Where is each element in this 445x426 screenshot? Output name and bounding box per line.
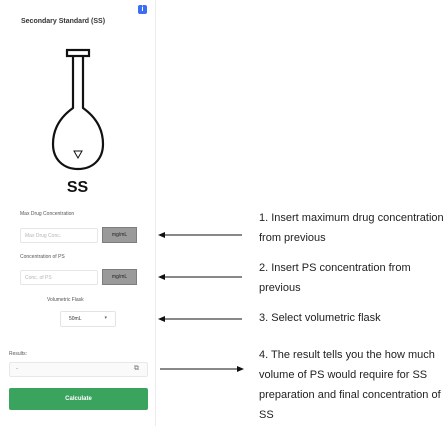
- flask-label: SS: [66, 179, 89, 196]
- results-field: - ⧉: [9, 362, 148, 377]
- max-drug-unit: mg/mL: [102, 227, 137, 243]
- calculator-panel: i Secondary Standard (SS) SS Max Drug Co…: [0, 0, 156, 426]
- flask-body: [51, 56, 105, 171]
- panel-title: Secondary Standard (SS): [21, 18, 106, 25]
- ps-conc-label: Concentration of PS: [20, 254, 65, 260]
- max-drug-input[interactable]: [20, 228, 98, 243]
- ps-conc-unit: mg/mL: [102, 269, 137, 285]
- arrow-right-icon: [160, 366, 244, 372]
- flask-select-label: Volumetric Flask: [47, 297, 84, 303]
- flask-marker: [73, 150, 83, 160]
- instruction-step-3: 3. Select volumetric flask: [259, 312, 381, 324]
- flask-select[interactable]: 50mL ▾: [60, 311, 116, 327]
- max-drug-label: Max Drug Concentration: [20, 211, 75, 217]
- instruction-step-4: 4. The result tells you the how much vol…: [259, 349, 441, 421]
- flask-select-value: 50mL: [69, 316, 82, 322]
- copy-icon[interactable]: ⧉: [134, 365, 139, 373]
- arrow-left-2-icon: [158, 274, 242, 280]
- arrow-left-1-icon: [158, 232, 242, 238]
- instruction-step-1: 1. Insert maximum drug concentration fro…: [259, 212, 444, 244]
- volumetric-flask-icon: [51, 48, 105, 171]
- results-value: -: [16, 366, 18, 372]
- chevron-down-icon: ▾: [104, 315, 107, 321]
- calculate-button[interactable]: Calculate: [9, 388, 148, 410]
- ps-conc-input[interactable]: [20, 270, 98, 285]
- arrow-left-3-icon: [158, 316, 242, 322]
- instruction-step-2: 2. Insert PS concentration from previous: [259, 262, 411, 294]
- flask-stopper: [65, 48, 91, 58]
- results-label: Results:: [9, 351, 28, 357]
- info-icon[interactable]: i: [138, 5, 147, 14]
